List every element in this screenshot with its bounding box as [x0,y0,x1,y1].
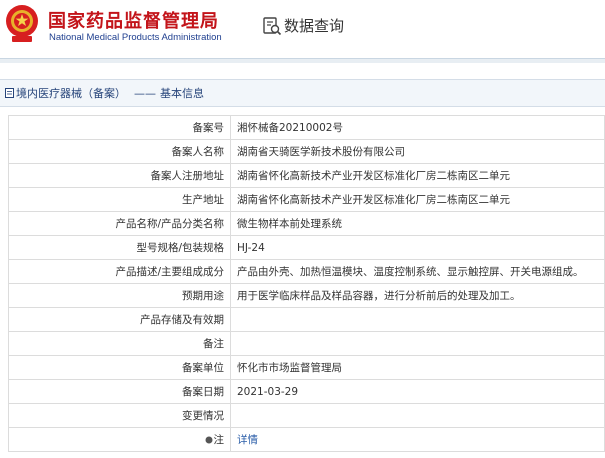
field-value: 详情 [230,427,605,452]
details-link[interactable]: 详情 [237,434,258,446]
field-label-text: 生产地址 [182,194,224,206]
field-label-text: 预期用途 [182,290,224,302]
field-value: 微生物样本前处理系统 [230,211,605,236]
table-row: 产品描述/主要组成成分 产品由外壳、加热恒温模块、温度控制系统、显示触控屏、开关电… [8,259,605,284]
field-value: 湖南省怀化高新技术产业开发区标准化厂房二栋南区二单元 [230,163,605,188]
field-label: 变更情况 [8,403,231,428]
field-label: 备案人名称 [8,139,231,164]
field-label-text: 备案日期 [182,386,224,398]
field-label-text: 备案人名称 [171,146,225,158]
breadcrumb: 境内医疗器械（备案） —— 基本信息 [0,79,605,107]
table-row: 变更情况 [8,403,605,428]
field-label: 产品名称/产品分类名称 [8,211,231,236]
table-row: 备案号 湘怀械备20210002号 [8,115,605,140]
breadcrumb-separator: —— [134,87,156,100]
field-value: 湖南省怀化高新技术产业开发区标准化厂房二栋南区二单元 [230,187,605,212]
document-search-icon [263,17,282,36]
field-label: 备案号 [8,115,231,140]
field-label-text: 备案人注册地址 [150,170,225,182]
record-detail-table: 备案号 湘怀械备20210002号 备案人名称 湖南省天骑医学新技术股份有限公司 备案人… [8,115,605,452]
field-label-text: 备案单位 [182,362,224,374]
table-row: 产品名称/产品分类名称 微生物样本前处理系统 [8,211,605,236]
table-row: 备案人注册地址 湖南省怀化高新技术产业开发区标准化厂房二栋南区二单元 [8,163,605,188]
field-label: 预期用途 [8,283,231,308]
field-label-text: 变更情况 [182,410,224,422]
field-label: 备案单位 [8,355,231,380]
field-label-text: 注 [213,434,225,446]
field-value: 湘怀械备20210002号 [230,115,605,140]
field-value: 用于医学临床样品及样品容器，进行分析前后的处理及加工。 [230,283,605,308]
field-label-text: 产品描述/主要组成成分 [115,266,224,278]
info-dot-icon [205,436,212,444]
table-row: 注详情 [8,427,605,452]
field-value [230,307,605,332]
breadcrumb-text: 境内医疗器械（备案） —— 基本信息 [16,85,204,101]
field-label: 注 [8,427,231,452]
table-row: 型号规格/包装规格 HJ-24 [8,235,605,260]
page-heading: 数据查询 [284,17,345,35]
field-label: 型号规格/包装规格 [8,235,231,260]
table-row: 备注 [8,331,605,356]
field-label-text: 备案号 [192,122,225,134]
field-value: 2021-03-29 [230,379,605,404]
field-label: 产品描述/主要组成成分 [8,259,231,284]
site-header: 国家药品监督管理局 National Medical Products Admi… [0,0,605,52]
field-label: 备注 [8,331,231,356]
breadcrumb-current: 基本信息 [160,87,204,100]
field-label: 备案人注册地址 [8,163,231,188]
field-value: 湖南省天骑医学新技术股份有限公司 [230,139,605,164]
site-name-en: National Medical Products Administration [49,32,222,43]
field-value [230,403,605,428]
table-row: 产品存储及有效期 [8,307,605,332]
field-label: 备案日期 [8,379,231,404]
table-row: 生产地址 湖南省怀化高新技术产业开发区标准化厂房二栋南区二单元 [8,187,605,212]
field-value [230,331,605,356]
breadcrumb-section[interactable]: 境内医疗器械（备案） [16,87,126,100]
document-icon [5,88,14,98]
field-label-text: 产品存储及有效期 [140,314,224,326]
field-label: 产品存储及有效期 [8,307,231,332]
header-divider [0,58,605,63]
field-label: 生产地址 [8,187,231,212]
field-value: 怀化市市场监督管理局 [230,355,605,380]
site-name-cn: 国家药品监督管理局 [48,11,219,32]
field-label-text: 型号规格/包装规格 [136,242,224,254]
field-label-text: 备注 [203,338,224,350]
national-emblem-icon [6,5,38,42]
field-label-text: 产品名称/产品分类名称 [115,218,224,230]
table-row: 预期用途 用于医学临床样品及样品容器，进行分析前后的处理及加工。 [8,283,605,308]
table-row: 备案单位 怀化市市场监督管理局 [8,355,605,380]
table-row: 备案人名称 湖南省天骑医学新技术股份有限公司 [8,139,605,164]
field-value: HJ-24 [230,235,605,260]
table-row: 备案日期 2021-03-29 [8,379,605,404]
field-value: 产品由外壳、加热恒温模块、温度控制系统、显示触控屏、开关电源组成。 [230,259,605,284]
